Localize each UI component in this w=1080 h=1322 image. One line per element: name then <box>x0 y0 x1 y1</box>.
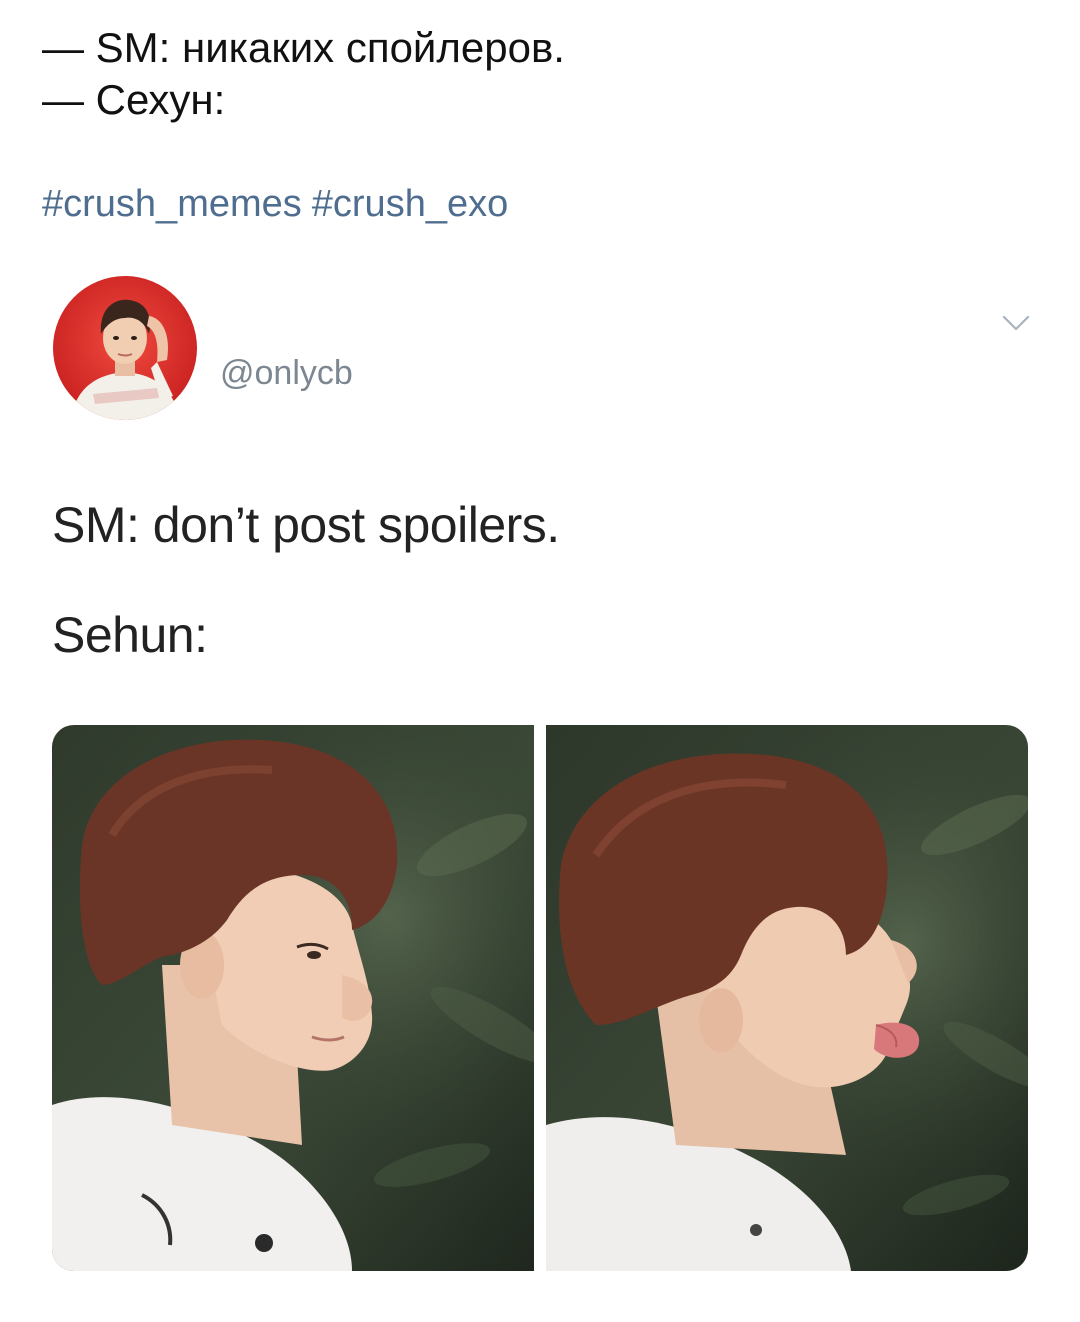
hashtags: #crush_memes #crush_exo <box>42 180 508 228</box>
tweet-text-line-2: Sehun: <box>52 607 208 663</box>
photo-profile-tongue-out-icon <box>546 725 1028 1271</box>
tweet-text-line-1: SM: don’t post spoilers. <box>52 497 560 553</box>
embedded-tweet: @onlycb SM: don’t post spoilers. Sehun: <box>0 255 1080 1322</box>
caption-line-1: — SM: никаких спойлеров. <box>42 24 565 71</box>
chevron-down-icon[interactable] <box>998 307 1034 337</box>
photo-right[interactable] <box>546 725 1028 1271</box>
hashtag-crush-exo[interactable]: #crush_exo <box>312 183 508 225</box>
caption-line-2: — Сехун: <box>42 76 226 123</box>
hashtag-crush-memes[interactable]: #crush_memes <box>42 183 302 225</box>
photo-profile-neutral-icon <box>52 725 534 1271</box>
profile-photo-icon <box>53 276 197 420</box>
tweet-media[interactable] <box>52 725 1028 1271</box>
caption: — SM: никаких спойлеров. — Сехун: <box>42 22 565 126</box>
avatar[interactable] <box>53 276 197 420</box>
photo-left[interactable] <box>52 725 534 1271</box>
username-handle[interactable]: @onlycb <box>220 353 353 393</box>
